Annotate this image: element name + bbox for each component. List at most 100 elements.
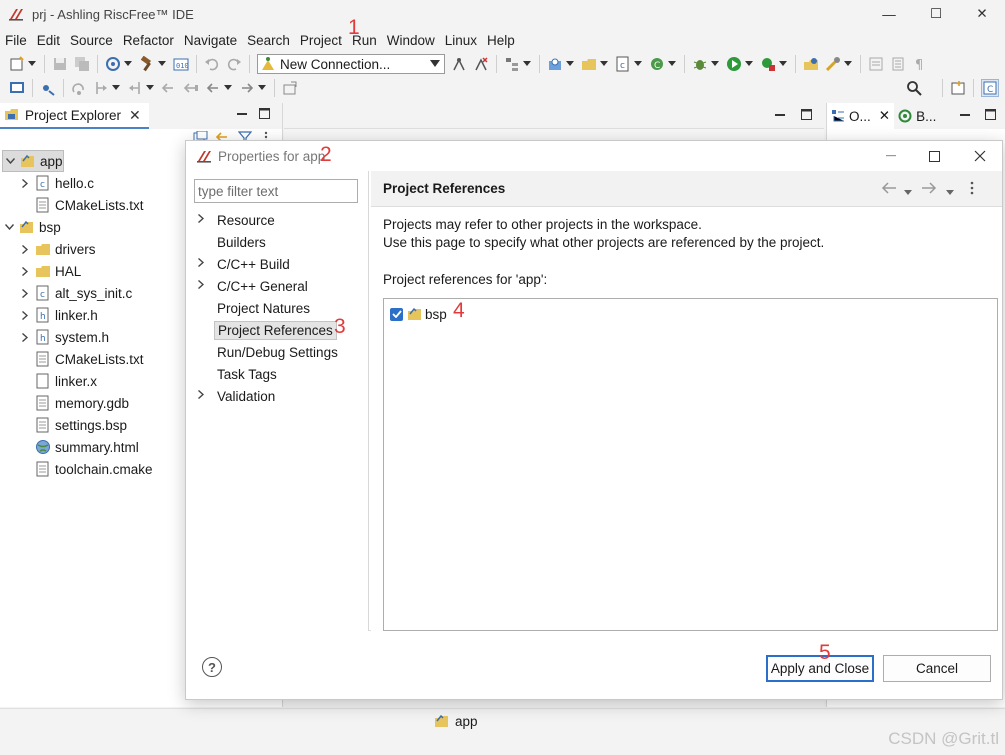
tools-icon[interactable]	[825, 56, 841, 72]
nav-item-run-debug-settings[interactable]: Run/Debug Settings	[198, 341, 341, 363]
step-icon[interactable]	[71, 80, 87, 96]
close-button[interactable]: ✕	[959, 0, 1005, 28]
debug-icon[interactable]	[692, 56, 708, 72]
reference-item-bsp[interactable]: bsp	[390, 304, 447, 324]
back-dropdown-icon[interactable]	[904, 183, 912, 199]
nav-item-project-natures[interactable]: Project Natures	[198, 297, 313, 319]
project-explorer-tab[interactable]: Project Explorer ✕	[0, 103, 149, 129]
nav-item-builders[interactable]: Builders	[198, 231, 269, 253]
tree-item-linker-h[interactable]: h linker.h	[18, 304, 98, 326]
tree-chevron-expanded-icon[interactable]	[2, 224, 16, 230]
maximize-button[interactable]: ☐	[913, 0, 959, 28]
nav-chevron-collapsed-icon[interactable]	[198, 257, 214, 270]
help-button[interactable]: ?	[202, 657, 222, 677]
nav-item-cpp-general[interactable]: C/C++ General	[198, 275, 311, 297]
tree-item-bsp[interactable]: bsp	[2, 216, 61, 238]
tree-item-system-h[interactable]: h system.h	[18, 326, 109, 348]
prev-annotation-icon[interactable]	[127, 80, 143, 96]
outline-close-icon[interactable]: ✕	[879, 108, 890, 124]
tree-chevron-collapsed-icon[interactable]	[18, 244, 32, 254]
toggle-block-icon[interactable]	[890, 56, 906, 72]
editor-minimize-icon[interactable]	[775, 108, 785, 123]
tree-item-cmakelists-bsp[interactable]: CMakeLists.txt	[32, 348, 144, 370]
nav-item-cpp-build[interactable]: C/C++ Build	[198, 253, 293, 275]
nav-item-task-tags[interactable]: Task Tags	[198, 363, 280, 385]
last-edit-icon[interactable]	[161, 80, 177, 96]
search-icon[interactable]	[906, 80, 922, 96]
outline-minimize-icon[interactable]	[960, 108, 970, 123]
menu-file[interactable]: File	[5, 33, 33, 48]
tree-item-linker-x[interactable]: linker.x	[32, 370, 97, 392]
debug-dropdown-icon[interactable]	[711, 56, 719, 72]
pin-editor-icon[interactable]	[282, 80, 298, 96]
menu-linux[interactable]: Linux	[445, 33, 483, 48]
breakpoints-tab[interactable]: B...	[894, 103, 940, 129]
tree-item-cmakelists-app[interactable]: CMakeLists.txt	[32, 194, 144, 216]
cancel-button[interactable]: Cancel	[883, 655, 991, 682]
back-icon[interactable]	[205, 80, 221, 96]
skip-breakpoints-icon[interactable]	[40, 80, 56, 96]
forward-icon[interactable]	[239, 80, 255, 96]
save-icon[interactable]	[52, 56, 68, 72]
prev-annotation-dropdown-icon[interactable]	[146, 80, 154, 96]
menu-refactor[interactable]: Refactor	[123, 33, 180, 48]
tree-chevron-collapsed-icon[interactable]	[18, 266, 32, 276]
dialog-minimize-button[interactable]	[876, 145, 906, 167]
menu-search[interactable]: Search	[247, 33, 296, 48]
c-perspective-icon[interactable]: C	[981, 79, 999, 97]
tree-chevron-collapsed-icon[interactable]	[18, 288, 32, 298]
page-menu-icon[interactable]	[969, 181, 975, 198]
undo-icon[interactable]	[204, 56, 220, 72]
tree-item-toolchain-cmake[interactable]: toolchain.cmake	[32, 458, 153, 480]
build-settings-dropdown-icon[interactable]	[124, 56, 132, 72]
back-dropdown-icon[interactable]	[224, 80, 232, 96]
build-settings-icon[interactable]	[105, 56, 121, 72]
tree-chevron-collapsed-icon[interactable]	[18, 178, 32, 188]
external-tools-icon[interactable]	[760, 56, 776, 72]
menu-edit[interactable]: Edit	[37, 33, 66, 48]
run-dropdown-icon[interactable]	[745, 56, 753, 72]
forward-dropdown-icon[interactable]	[258, 80, 266, 96]
nav-item-resource[interactable]: Resource	[198, 209, 278, 231]
tree-chevron-collapsed-icon[interactable]	[18, 332, 32, 342]
forward-dropdown-icon[interactable]	[946, 183, 954, 199]
tree-view-icon[interactable]	[504, 56, 520, 72]
new-c-file-icon[interactable]: c	[615, 56, 631, 72]
nav-chevron-collapsed-icon[interactable]	[198, 213, 214, 226]
reference-checkbox[interactable]	[390, 307, 403, 321]
connection-combo[interactable]: New Connection...	[257, 54, 445, 74]
save-all-icon[interactable]	[74, 56, 90, 72]
tools-dropdown-icon[interactable]	[844, 56, 852, 72]
run-icon[interactable]	[726, 56, 742, 72]
binary-icon[interactable]: 010	[173, 56, 189, 72]
menu-navigate[interactable]: Navigate	[184, 33, 243, 48]
tree-chevron-collapsed-icon[interactable]	[18, 310, 32, 320]
connection-dropdown-icon[interactable]	[430, 60, 440, 68]
new-c-project-icon[interactable]	[547, 56, 563, 72]
new-c-project-dropdown-icon[interactable]	[566, 56, 574, 72]
dialog-maximize-button[interactable]	[919, 145, 949, 167]
tree-view-dropdown-icon[interactable]	[523, 56, 531, 72]
console-icon[interactable]	[9, 80, 25, 96]
open-perspective-icon[interactable]	[803, 56, 819, 72]
tree-item-alt-sys-init-c[interactable]: c alt_sys_init.c	[18, 282, 132, 304]
new-dropdown-icon[interactable]	[28, 56, 36, 72]
tree-chevron-expanded-icon[interactable]	[3, 158, 17, 164]
toggle-breadcrumb-icon[interactable]	[868, 56, 884, 72]
new-folder-icon[interactable]	[581, 56, 597, 72]
redo-icon[interactable]	[226, 56, 242, 72]
new-icon[interactable]	[9, 56, 25, 72]
back-arrow-icon[interactable]	[881, 181, 897, 197]
disconnect-icon[interactable]	[473, 56, 489, 72]
outline-maximize-icon[interactable]	[985, 108, 996, 123]
editor-maximize-icon[interactable]	[801, 108, 812, 123]
minimize-button[interactable]: —	[866, 0, 912, 28]
hammer-dropdown-icon[interactable]	[158, 56, 166, 72]
menu-project[interactable]: Project	[300, 33, 348, 48]
tree-item-settings-bsp[interactable]: settings.bsp	[32, 414, 127, 436]
menu-help[interactable]: Help	[487, 33, 521, 48]
tree-item-hal[interactable]: HAL	[18, 260, 81, 282]
last-edit-alt-icon[interactable]	[183, 80, 199, 96]
new-class-icon[interactable]: C	[649, 56, 665, 72]
minimize-view-icon[interactable]	[237, 108, 247, 122]
